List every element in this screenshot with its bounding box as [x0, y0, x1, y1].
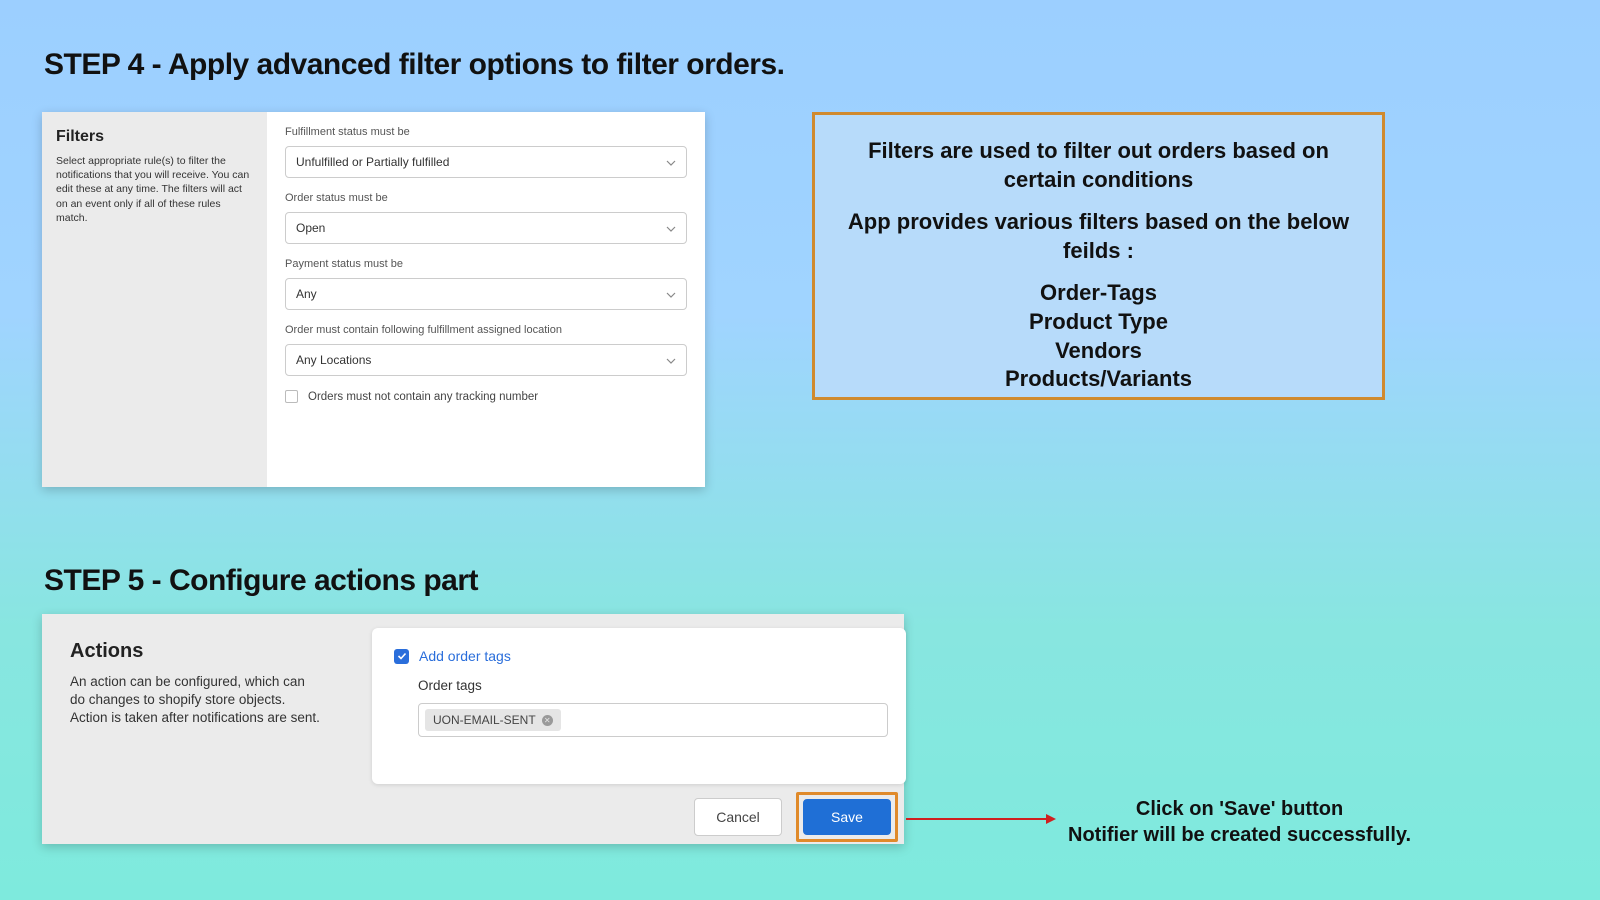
- add-order-tags-label: Add order tags: [419, 648, 511, 664]
- filters-form: Fulfillment status must be Unfulfilled o…: [267, 112, 705, 487]
- save-note-line1: Click on 'Save' button: [1068, 796, 1411, 822]
- filters-sidebar-title: Filters: [56, 128, 253, 146]
- step4-heading: STEP 4 - Apply advanced filter options t…: [44, 48, 784, 82]
- info-line1: Filters are used to filter out orders ba…: [835, 137, 1362, 194]
- fulfillment-status-value: Unfulfilled or Partially fulfilled: [296, 155, 449, 169]
- location-select[interactable]: Any Locations: [285, 344, 687, 376]
- arrow-icon: [906, 812, 1056, 826]
- actions-sidebar-desc: An action can be configured, which can d…: [70, 673, 320, 728]
- location-value: Any Locations: [296, 353, 371, 367]
- actions-sidebar-title: Actions: [70, 640, 320, 663]
- info-item-product-type: Product Type: [835, 308, 1362, 337]
- save-button[interactable]: Save: [803, 799, 891, 835]
- info-item-order-tags: Order-Tags: [835, 279, 1362, 308]
- tag-chip[interactable]: UON-EMAIL-SENT ✕: [425, 709, 561, 731]
- payment-status-label: Payment status must be: [285, 258, 687, 270]
- filters-sidebar: Filters Select appropriate rule(s) to fi…: [42, 112, 267, 487]
- cancel-button[interactable]: Cancel: [694, 798, 782, 836]
- info-list: Order-Tags Product Type Vendors Products…: [835, 279, 1362, 393]
- order-status-label: Order status must be: [285, 192, 687, 204]
- info-item-vendors: Vendors: [835, 337, 1362, 366]
- tracking-checkbox-row[interactable]: Orders must not contain any tracking num…: [285, 390, 687, 403]
- order-status-value: Open: [296, 221, 325, 235]
- close-icon[interactable]: ✕: [542, 715, 553, 726]
- payment-status-select[interactable]: Any: [285, 278, 687, 310]
- chevron-down-icon: [666, 157, 676, 167]
- info-line2: App provides various filters based on th…: [835, 208, 1362, 265]
- order-tags-label: Order tags: [418, 678, 884, 693]
- save-highlight-box: Save: [796, 792, 898, 842]
- actions-card: Add order tags Order tags UON-EMAIL-SENT…: [372, 628, 906, 784]
- filters-sidebar-desc: Select appropriate rule(s) to filter the…: [56, 154, 253, 225]
- chevron-down-icon: [666, 289, 676, 299]
- add-order-tags-row[interactable]: Add order tags: [394, 648, 884, 664]
- buttons-row: Cancel Save: [694, 792, 898, 842]
- filters-panel: Filters Select appropriate rule(s) to fi…: [42, 112, 705, 487]
- add-order-tags-checkbox[interactable]: [394, 649, 409, 664]
- payment-status-value: Any: [296, 287, 317, 301]
- tag-chip-label: UON-EMAIL-SENT: [433, 713, 536, 727]
- save-note-line2: Notifier will be created successfully.: [1068, 822, 1411, 848]
- chevron-down-icon: [666, 355, 676, 365]
- location-label: Order must contain following fulfillment…: [285, 324, 687, 336]
- info-item-products-variants: Products/Variants: [835, 365, 1362, 394]
- info-callout: Filters are used to filter out orders ba…: [812, 112, 1385, 400]
- fulfillment-status-label: Fulfillment status must be: [285, 126, 687, 138]
- tracking-checkbox[interactable]: [285, 390, 298, 403]
- save-annotation: Click on 'Save' button Notifier will be …: [1068, 796, 1411, 848]
- actions-sidebar: Actions An action can be configured, whi…: [70, 640, 320, 728]
- chevron-down-icon: [666, 223, 676, 233]
- order-status-select[interactable]: Open: [285, 212, 687, 244]
- check-icon: [397, 651, 407, 661]
- tracking-checkbox-label: Orders must not contain any tracking num…: [308, 391, 538, 403]
- step5-heading: STEP 5 - Configure actions part: [44, 564, 478, 598]
- order-tags-input[interactable]: UON-EMAIL-SENT ✕: [418, 703, 888, 737]
- fulfillment-status-select[interactable]: Unfulfilled or Partially fulfilled: [285, 146, 687, 178]
